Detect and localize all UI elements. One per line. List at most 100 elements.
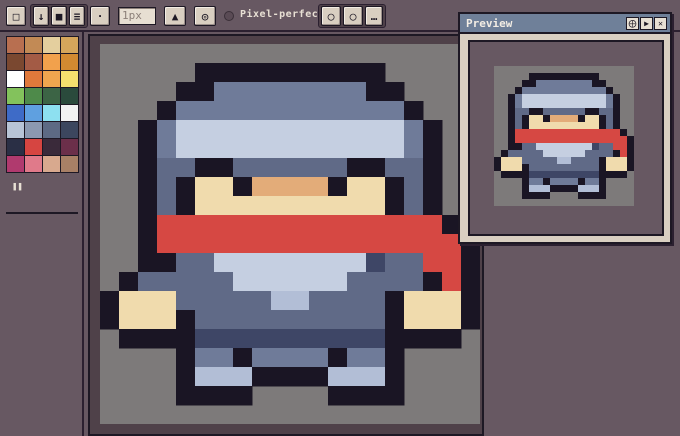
palette-swatch[interactable] [43, 54, 60, 70]
pixel [508, 94, 516, 102]
preview-close-button[interactable]: ✕ [654, 17, 667, 30]
pixel [557, 129, 565, 137]
pixel [347, 158, 367, 178]
pixel [557, 157, 565, 165]
palette-swatch[interactable] [7, 88, 24, 104]
palette-swatch[interactable] [25, 122, 42, 138]
ink-button[interactable]: ▲ [164, 6, 186, 26]
pixel [214, 139, 234, 159]
menu-button[interactable]: ≡ [69, 6, 85, 26]
pixel [536, 143, 544, 151]
drawing-canvas[interactable] [100, 44, 480, 424]
pixel [578, 143, 586, 151]
pixel [290, 253, 310, 273]
new-file-button[interactable]: □ [6, 6, 26, 26]
pixel [578, 129, 586, 137]
palette-swatch[interactable] [25, 37, 42, 53]
pixel [564, 136, 572, 144]
pixel [585, 94, 593, 102]
preview-play-button[interactable]: ▶ [640, 17, 653, 30]
pixel [404, 101, 424, 121]
palette-swatch[interactable] [61, 139, 78, 155]
palette-swatch[interactable] [43, 139, 60, 155]
palette-swatch[interactable] [43, 122, 60, 138]
pixel [543, 115, 551, 123]
preview-window: Preview ⨁ ▶ ✕ [458, 12, 672, 244]
palette-swatch[interactable] [61, 105, 78, 121]
pixel [557, 108, 565, 116]
palette-swatch[interactable] [43, 37, 60, 53]
palette-swatch[interactable] [7, 156, 24, 172]
pixel [592, 122, 600, 130]
pixel [138, 177, 158, 197]
pixel [309, 215, 329, 235]
pixel [557, 185, 565, 193]
pixel [423, 120, 443, 140]
palette-swatch[interactable] [7, 105, 24, 121]
palette-swatch[interactable] [61, 71, 78, 87]
pixel [606, 122, 614, 130]
pixel [550, 164, 558, 172]
palette-swatch[interactable] [61, 156, 78, 172]
palette-swatch[interactable] [25, 105, 42, 121]
palette-swatch[interactable] [61, 37, 78, 53]
pixel [290, 291, 310, 311]
symmetry-x-button[interactable]: ◯ [321, 6, 341, 26]
palette-swatch[interactable] [7, 71, 24, 87]
palette-swatch[interactable] [43, 156, 60, 172]
palette-swatch[interactable] [61, 88, 78, 104]
pixel [571, 122, 579, 130]
palette-swatch[interactable] [7, 37, 24, 53]
pixel [613, 115, 621, 123]
pixel [620, 171, 628, 179]
pixel [550, 178, 558, 186]
preview-title: Preview [466, 17, 513, 30]
pixel [620, 129, 628, 137]
palette-swatch[interactable] [7, 122, 24, 138]
palette-swatch[interactable] [25, 54, 42, 70]
pixel [328, 329, 348, 349]
move-down-button[interactable]: ↓ [33, 6, 49, 26]
palette-swatch[interactable] [25, 139, 42, 155]
palette-swatch[interactable] [61, 54, 78, 70]
pixel [522, 122, 530, 130]
pixel [195, 367, 215, 387]
fill-layer-button[interactable]: ■ [51, 6, 67, 26]
pixel [252, 215, 272, 235]
palette-swatch[interactable] [43, 105, 60, 121]
pixel [328, 63, 348, 83]
pixel [138, 291, 158, 311]
pixel [309, 272, 329, 292]
pixel [592, 171, 600, 179]
pixel [271, 253, 291, 273]
pixel [599, 164, 607, 172]
preview-titlebar[interactable]: Preview ⨁ ▶ ✕ [460, 14, 670, 34]
palette-swatch[interactable] [25, 71, 42, 87]
pixel [571, 129, 579, 137]
zoom-button[interactable]: ◎ [194, 6, 216, 26]
palette-swatch[interactable] [43, 71, 60, 87]
pixel [176, 310, 196, 330]
palette-swatch[interactable] [25, 88, 42, 104]
palette-swatch[interactable] [43, 88, 60, 104]
more-options-button[interactable]: … [365, 6, 383, 26]
pixel [515, 108, 523, 116]
pixel-perfect-checkbox[interactable] [224, 11, 234, 21]
brush-dot-button[interactable]: · [90, 6, 110, 26]
pixel [328, 348, 348, 368]
palette-swatch[interactable] [7, 139, 24, 155]
pixel [550, 115, 558, 123]
pixel [599, 94, 607, 102]
palette-swatch[interactable] [61, 122, 78, 138]
palette-swatch[interactable] [25, 156, 42, 172]
ellipsis-icon: … [370, 9, 378, 23]
palette-swatch[interactable] [7, 54, 24, 70]
brush-size-input[interactable]: 1px [118, 7, 156, 25]
pixel [536, 73, 544, 81]
pixel [529, 87, 537, 95]
preview-resize-button[interactable]: ⨁ [626, 17, 639, 30]
symmetry-y-button[interactable]: ◯ [343, 6, 363, 26]
pixel [385, 196, 405, 216]
palette-grip-icon[interactable]: ❚❚ [12, 182, 23, 192]
preview-canvas [494, 66, 634, 206]
